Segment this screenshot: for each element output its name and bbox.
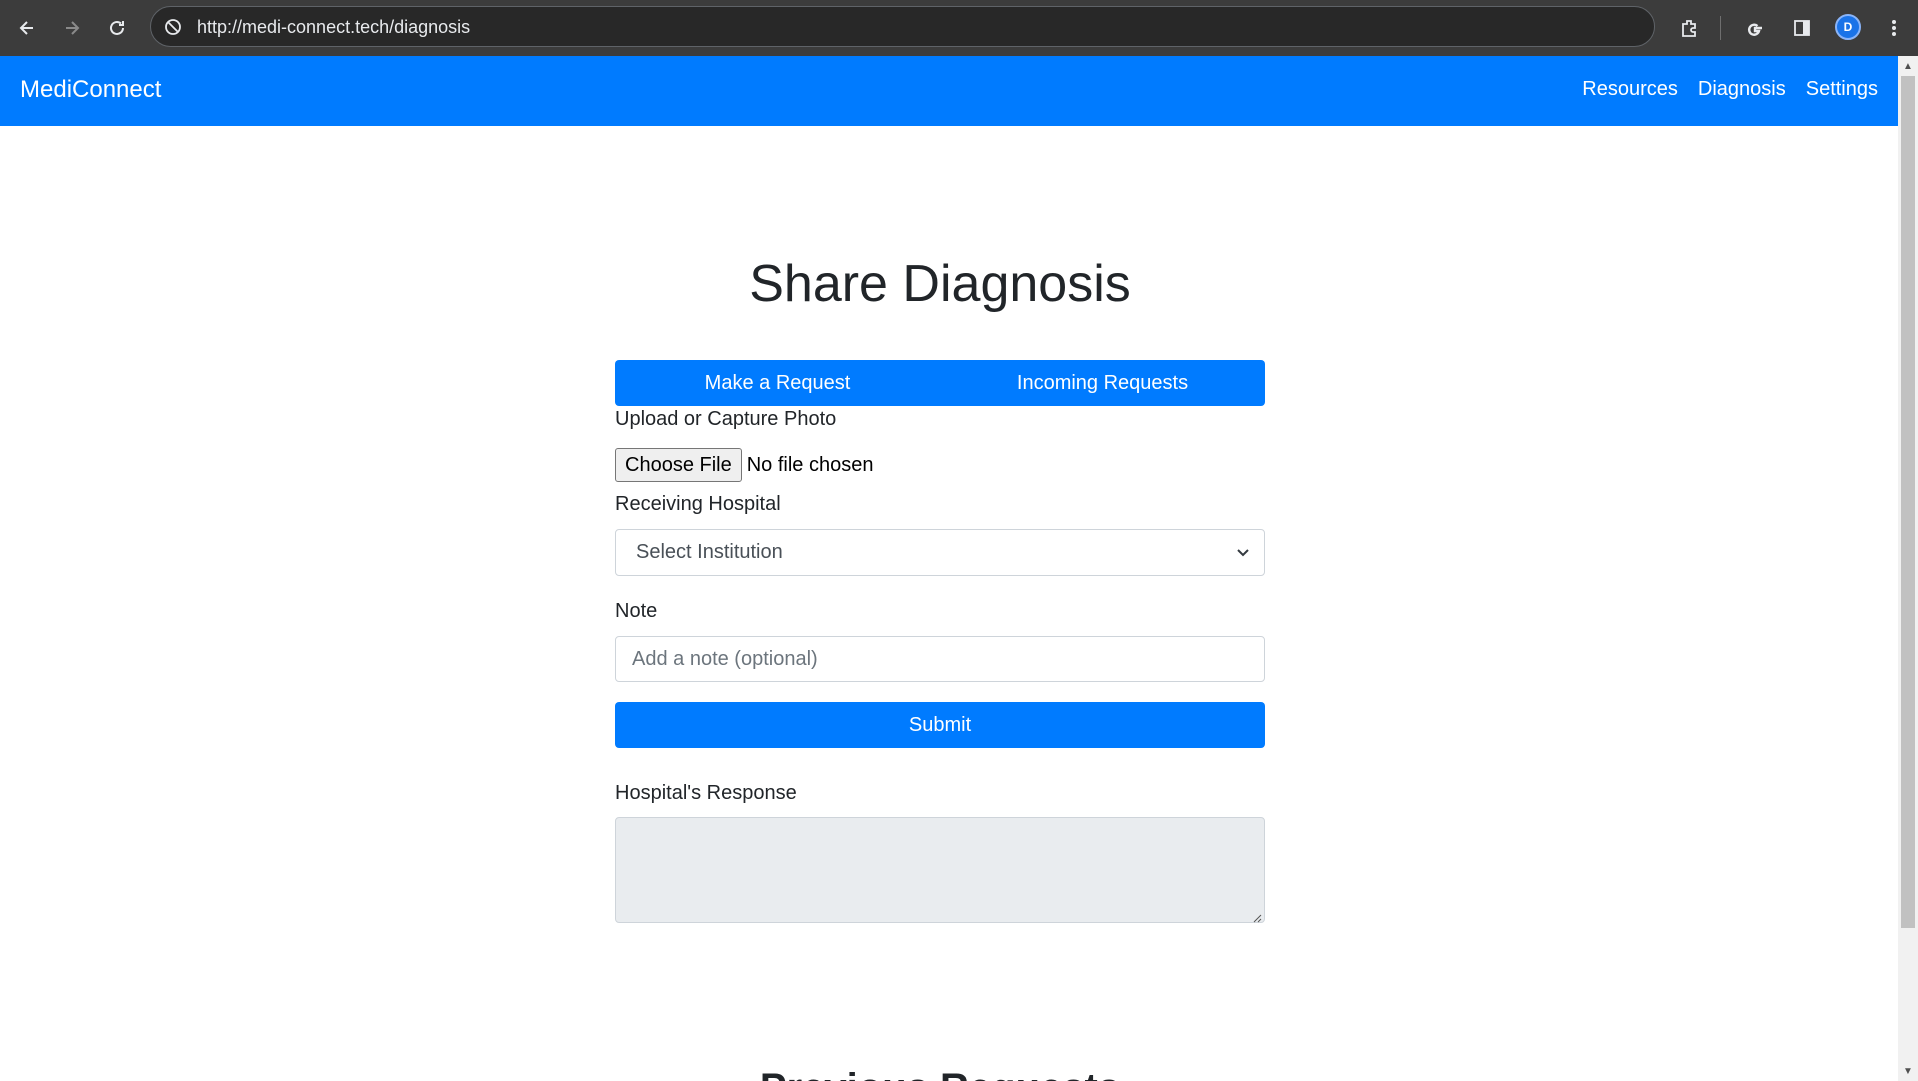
nav-link-settings[interactable]: Settings xyxy=(1806,78,1878,101)
submit-button[interactable]: Submit xyxy=(615,702,1265,748)
reload-icon[interactable] xyxy=(99,10,135,46)
hospital-select[interactable]: Select Institution xyxy=(615,529,1265,576)
forward-arrow-icon[interactable] xyxy=(54,10,90,46)
file-status-text: No file chosen xyxy=(746,453,874,476)
nav-link-resources[interactable]: Resources xyxy=(1582,78,1678,101)
hospital-label: Receiving Hospital xyxy=(615,493,781,515)
nav-links: Resources Diagnosis Settings xyxy=(1582,78,1878,101)
choose-file-button[interactable]: Choose File xyxy=(615,448,742,482)
file-upload: Choose File No file chosen xyxy=(615,448,873,482)
toolbar-divider xyxy=(1720,16,1721,40)
address-bar[interactable]: http://medi-connect.tech/diagnosis xyxy=(150,6,1655,47)
site-info-icon[interactable] xyxy=(161,15,185,39)
more-menu-icon[interactable] xyxy=(1876,10,1912,46)
extensions-icon[interactable] xyxy=(1672,10,1708,46)
previous-requests-title: Previous Requests xyxy=(615,1066,1265,1081)
hospital-select-value: Select Institution xyxy=(636,541,783,563)
note-label: Note xyxy=(615,600,658,622)
page-scrollbar[interactable]: ▲ ▼ xyxy=(1898,56,1918,1081)
resize-handle-icon[interactable] xyxy=(1252,910,1262,923)
tab-incoming-requests[interactable]: Incoming Requests xyxy=(940,360,1265,406)
brand-logo[interactable]: MediConnect xyxy=(20,76,161,104)
photo-label: Upload or Capture Photo xyxy=(615,408,837,430)
scroll-up-arrow-icon[interactable]: ▲ xyxy=(1898,56,1918,76)
page-title: Share Diagnosis xyxy=(749,255,1131,313)
browser-toolbar: http://medi-connect.tech/diagnosis D xyxy=(0,0,1918,56)
hospital-response-textarea xyxy=(615,817,1265,923)
profile-avatar[interactable]: D xyxy=(1835,14,1861,40)
note-input[interactable] xyxy=(615,636,1265,682)
scroll-thumb[interactable] xyxy=(1901,76,1915,928)
chevron-down-icon xyxy=(1234,543,1252,561)
side-panel-icon[interactable] xyxy=(1784,10,1820,46)
request-tabs: Make a Request Incoming Requests xyxy=(615,360,1265,406)
scroll-down-arrow-icon[interactable]: ▼ xyxy=(1898,1061,1918,1081)
nav-link-diagnosis[interactable]: Diagnosis xyxy=(1698,78,1786,101)
back-arrow-icon[interactable] xyxy=(9,10,45,46)
tab-make-request[interactable]: Make a Request xyxy=(615,360,940,406)
page-viewport: MediConnect Resources Diagnosis Settings… xyxy=(0,56,1898,1081)
top-navbar: MediConnect Resources Diagnosis Settings xyxy=(0,56,1898,126)
google-icon[interactable] xyxy=(1737,10,1773,46)
url-text: http://medi-connect.tech/diagnosis xyxy=(197,17,471,37)
response-label: Hospital's Response xyxy=(615,782,797,804)
